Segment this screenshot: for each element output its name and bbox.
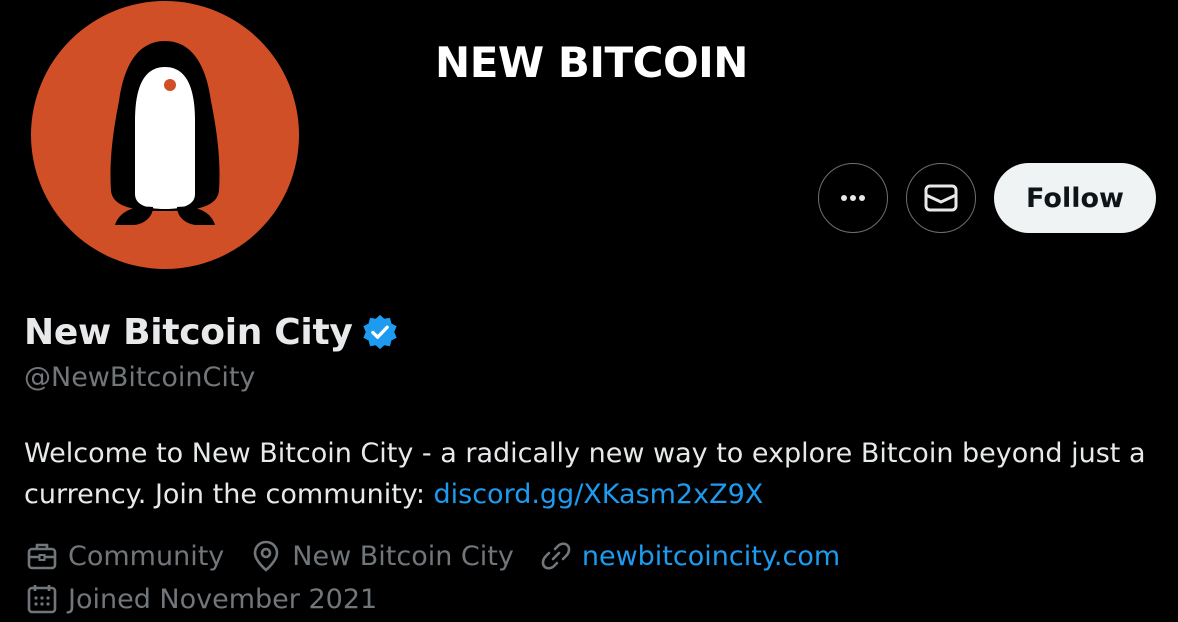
briefcase-icon — [27, 543, 57, 570]
display-name-row: New Bitcoin City — [24, 306, 399, 358]
website-link[interactable]: newbitcoincity.com — [582, 541, 840, 572]
location-pin-icon — [253, 540, 279, 572]
user-handle: @NewBitcoinCity — [24, 362, 256, 393]
joined-date: Joined November 2021 — [68, 583, 378, 615]
location-item: New Bitcoin City — [248, 538, 514, 574]
profile-page: NEW BITCOIN Follow New Bitcoin City @New… — [0, 0, 1178, 622]
penguin-logo — [110, 41, 220, 225]
display-name: New Bitcoin City — [24, 311, 353, 353]
bio-discord-link[interactable]: discord.gg/XKasm2xZ9X — [434, 479, 764, 510]
more-button[interactable] — [818, 163, 888, 233]
profile-meta-row: Community New Bitcoin City newbitcoincit… — [24, 538, 864, 574]
joined-item: Joined November 2021 — [24, 581, 377, 617]
more-horizontal-icon — [841, 195, 865, 201]
website-item[interactable]: newbitcoincity.com — [538, 538, 840, 574]
location-label: New Bitcoin City — [292, 540, 514, 572]
category-label: Community — [68, 540, 225, 572]
verified-badge-icon[interactable] — [361, 313, 399, 351]
profile-meta-row-joined: Joined November 2021 — [24, 581, 401, 617]
message-button[interactable] — [906, 163, 976, 233]
bio: Welcome to New Bitcoin City - a radicall… — [24, 433, 1164, 515]
follow-button[interactable]: Follow — [994, 163, 1156, 233]
avatar[interactable] — [31, 1, 299, 269]
link-icon — [541, 542, 571, 570]
envelope-icon — [924, 184, 958, 212]
category-item: Community — [24, 538, 224, 574]
calendar-icon — [27, 585, 57, 614]
